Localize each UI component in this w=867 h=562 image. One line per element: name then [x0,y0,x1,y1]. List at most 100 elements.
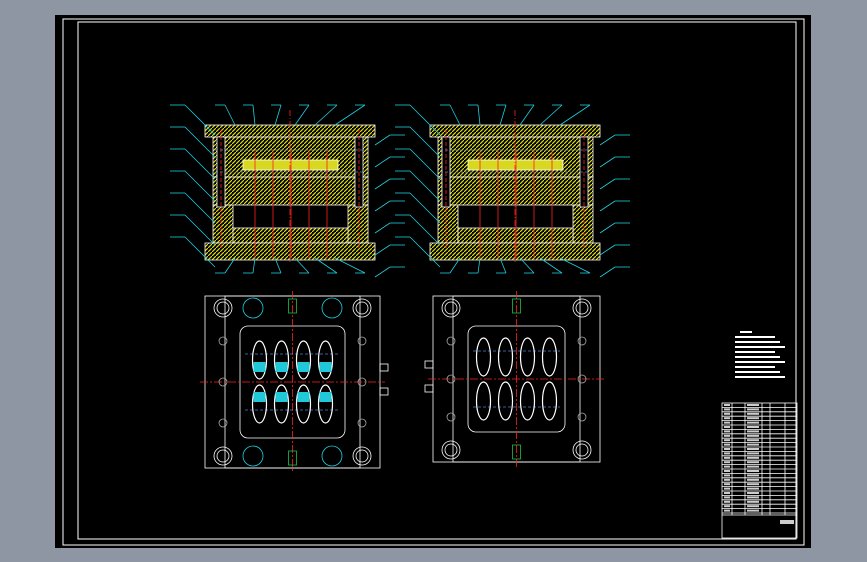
section-a-cavity-insert [242,159,339,171]
title-block-text [724,448,730,450]
technical-note-line [735,366,775,368]
title-block-text [747,500,759,503]
section-a-ejector-plate [232,227,349,244]
leader-line [599,156,616,168]
technical-note-line [735,351,775,353]
leader-line [184,192,216,224]
product-cavity [519,337,536,377]
title-block-text [724,474,730,477]
product-cavity [273,384,290,424]
title-block-text [747,452,759,455]
guide-bush-inner [216,449,230,463]
title-block-text [747,478,759,481]
cavity-core-insert [253,362,266,372]
leader-line [599,178,616,190]
leader-line [449,104,461,126]
cavity-core-insert [319,362,332,372]
cavity-core-insert [297,392,310,402]
section-b-core-plate [437,176,594,206]
title-block-text [747,417,759,420]
product-cavity [273,340,290,380]
technical-notes-heading [740,331,752,333]
title-block-text [724,456,730,459]
leader-line [409,104,441,136]
title-block-text [724,404,730,406]
leader-line [599,134,616,146]
title-block-text [724,509,730,512]
leader-line [477,104,481,126]
product-cavity [295,340,312,380]
title-block-text [724,478,730,481]
title-block-text [724,421,730,424]
leader-line [334,104,366,126]
drawing-title-text [780,520,794,524]
title-block-text [747,412,759,415]
section-b-ejector-plate [457,227,574,244]
screw-hole [218,418,228,428]
title-block-text [747,448,759,450]
title-block-text [747,487,759,490]
title-block-text [724,461,730,464]
leader-line [374,156,391,168]
guide-bush-inner [216,301,230,315]
leader-line [499,104,507,126]
title-block-text [724,505,730,508]
title-block-text [747,456,759,459]
section-b-spacer-left [437,204,459,244]
title-block-text [724,465,730,468]
leader-line [274,104,282,126]
leader-line [599,200,616,212]
guide-bush-inner [355,301,369,315]
guide-bush-inner [355,449,369,463]
leader-line [539,104,563,126]
title-block-text [724,496,730,499]
leader-line [599,222,616,234]
section-b-spacer-right [572,204,594,244]
product-cavity [251,384,268,424]
cavity-core-insert [275,362,288,372]
product-cavity [295,384,312,424]
product-cavity [497,337,514,377]
drawing-border-outer [62,18,805,546]
leader-line [184,148,216,180]
title-block-text [724,500,730,503]
section-a-spacer-left [212,204,234,244]
leader-line [409,148,441,180]
title-block-text [724,452,730,455]
cavity-core-insert [253,392,266,402]
leader-line [409,192,441,224]
title-block-text [724,443,730,446]
leader-line [519,104,535,126]
guide-bush-inner [575,301,589,315]
leader-line [184,104,216,136]
title-block-text [724,412,730,415]
cooling-fitting [424,360,434,369]
title-block-text [747,434,759,437]
title-block-text [724,492,730,494]
leader-line [409,170,441,202]
product-cavity [317,340,334,380]
product-cavity [475,381,492,421]
title-block-text [747,483,759,486]
return-pin-bush [242,297,264,319]
section-a-cavity-plate [212,136,369,178]
screw-hole [357,336,367,346]
cooling-fitting [379,387,389,396]
screw-hole [577,412,587,422]
leader-line [374,244,391,256]
technical-note-line [735,361,785,363]
product-cavity [475,337,492,377]
return-pin-bush [321,445,343,467]
cooling-fitting [379,363,389,372]
leader-line [599,266,616,278]
title-block-text [724,417,730,420]
leader-line [184,170,216,202]
title-block-text [747,404,759,406]
screw-hole [446,336,456,346]
product-cavity [541,337,558,377]
title-block-text [747,470,759,472]
title-block-text [747,505,759,508]
title-block-text [724,470,730,472]
title-block-text [724,430,730,433]
leader-line [409,214,441,246]
